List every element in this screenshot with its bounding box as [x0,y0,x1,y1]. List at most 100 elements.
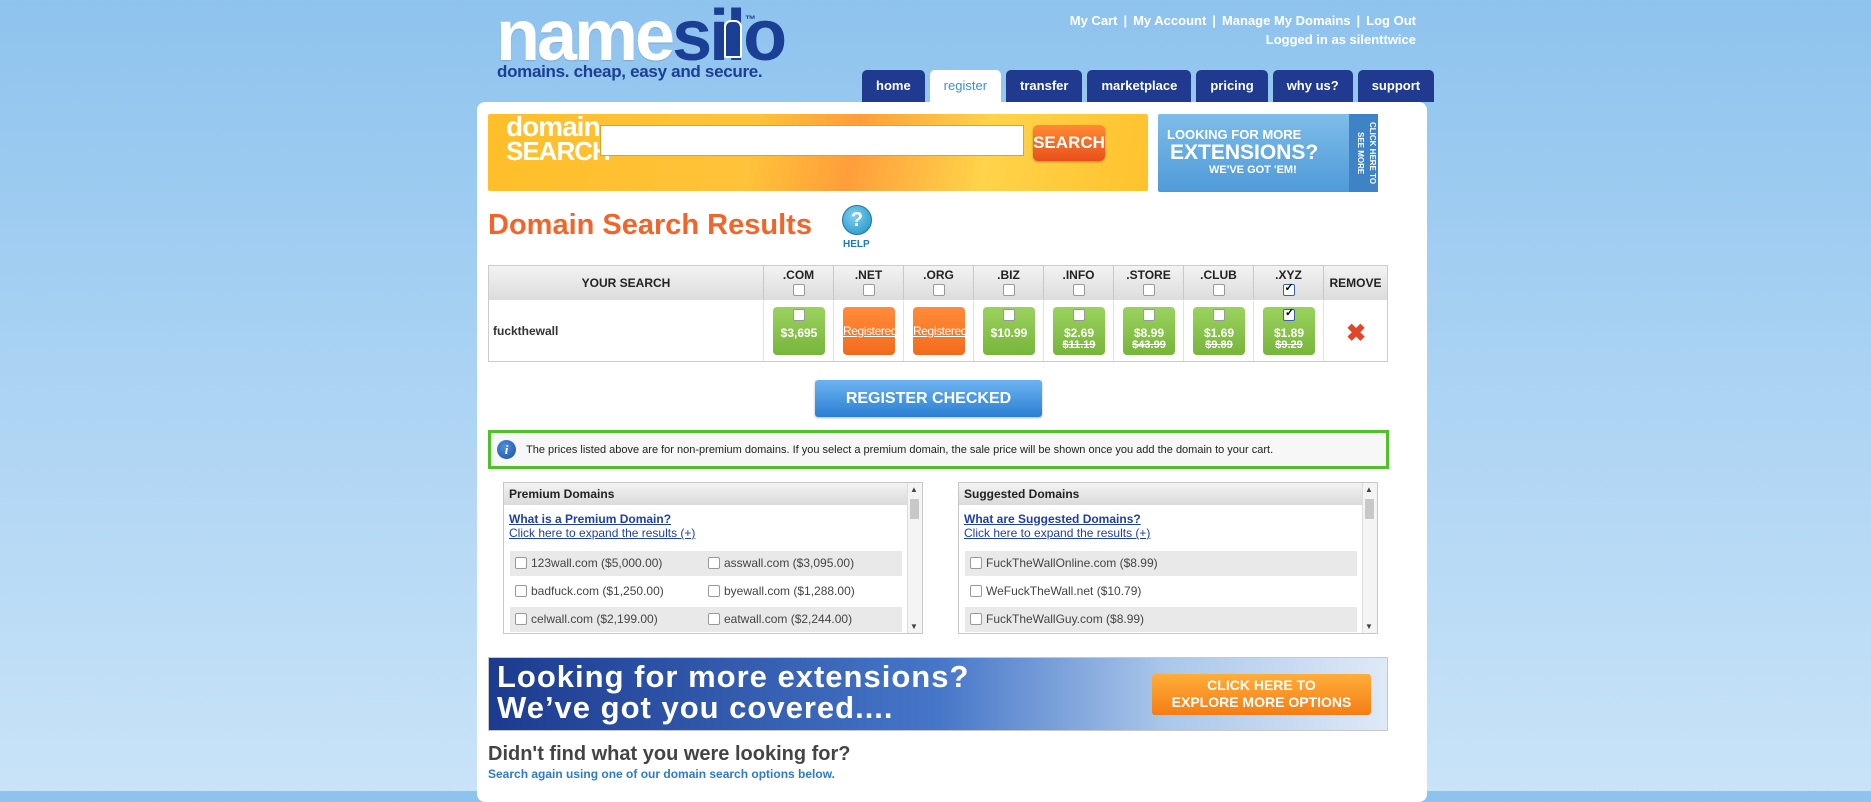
price-box[interactable]: $10.99 [983,307,1035,355]
domain-label: WeFuckTheWall.net ($10.79) [986,584,1142,598]
domain-checkbox[interactable] [1073,309,1085,321]
price: $10.99 [990,326,1028,340]
tld-label: .ORG [923,268,954,282]
domain-option[interactable]: eatwall.com ($2,244.00) [708,607,852,632]
domain-label: celwall.com ($2,199.00) [531,612,658,626]
search-button[interactable]: SEARCH [1033,125,1105,161]
domain-checkbox-checked[interactable] [1283,306,1295,321]
registered-box[interactable]: Registered [843,307,897,355]
domain-checkbox[interactable] [708,584,720,597]
domain-label: FuckTheWallOnline.com ($8.99) [986,556,1158,570]
scroll-thumb[interactable] [1365,499,1374,519]
price-box[interactable]: $1.69 $9.89 [1193,307,1245,355]
tab-support[interactable]: support [1357,70,1435,102]
domain-checkbox[interactable] [708,556,720,569]
help-icon[interactable]: ? [842,205,872,235]
registered-link[interactable]: Registered [843,324,897,338]
domain-checkbox[interactable] [1003,309,1015,321]
domain-checkbox[interactable] [970,584,982,597]
extensions-ad-line1: LOOKING FOR MORE [1167,127,1302,142]
premium-scrollbar[interactable]: ▲ ▼ [907,483,922,633]
domain-checkbox[interactable] [970,556,982,569]
tab-marketplace[interactable]: marketplace [1087,70,1192,102]
header-checkbox[interactable] [932,284,945,296]
tld-label: .CLUB [1200,268,1237,282]
domain-label: FuckTheWallGuy.com ($8.99) [986,612,1145,626]
domain-option[interactable]: WeFuckTheWall.net ($10.79) [970,579,1141,604]
tab-home[interactable]: home [862,70,925,102]
manage-domains-link[interactable]: Manage My Domains [1222,13,1351,28]
tab-pricing[interactable]: pricing [1196,70,1268,102]
help-label[interactable]: HELP [843,239,870,250]
domain-checkbox[interactable] [515,612,527,625]
domain-option[interactable]: badfuck.com ($1,250.00) [515,579,664,604]
price-box[interactable]: $8.99 $43.99 [1123,307,1175,355]
domain-label: asswall.com ($3,095.00) [724,556,855,570]
suggested-scrollbar[interactable]: ▲ ▼ [1362,483,1377,633]
explore-more-options-button[interactable]: CLICK HERE TO EXPLORE MORE OPTIONS [1152,674,1371,715]
extensions-ad-line3: WE'VE GOT 'EM! [1209,164,1297,176]
domain-label: badfuck.com ($1,250.00) [531,584,664,598]
domain-search-input[interactable] [600,125,1024,156]
price: $1.89 [1273,326,1305,340]
list-item: FuckTheWallGuy.com ($8.99) [965,607,1357,632]
domain-option[interactable]: FuckTheWallGuy.com ($8.99) [970,607,1144,632]
remove-icon[interactable]: ✖ [1346,319,1366,348]
scroll-thumb[interactable] [910,499,919,519]
premium-expand-link[interactable]: Click here to expand the results (+) [509,526,695,540]
my-account-link[interactable]: My Account [1133,13,1206,28]
header-checkbox[interactable] [862,284,875,296]
list-item: badfuck.com ($1,250.00) byewall.com ($1,… [510,579,902,604]
tld-header-org: .ORG [904,266,974,300]
header-checkbox[interactable] [1212,284,1225,296]
domain-option[interactable]: 123wall.com ($5,000.00) [515,551,662,576]
scroll-down-arrow-icon[interactable]: ▼ [910,622,918,631]
what-are-suggested-link[interactable]: What are Suggested Domains? [964,512,1141,526]
banner-line2: We’ve got you covered.... [497,690,894,725]
tagline: domains. cheap, easy and secure. [497,62,763,81]
domain-checkbox[interactable] [970,612,982,625]
registered-box[interactable]: Registered [913,307,967,355]
header-checkbox[interactable] [1002,284,1015,296]
result-cell-club: $1.69 $9.89 [1184,301,1254,361]
registered-link[interactable]: Registered [913,324,967,338]
header-checkbox[interactable] [1072,284,1085,296]
price-box[interactable]: $2.69 $11.19 [1053,307,1105,355]
extensions-ad-side-label[interactable]: CLICK HERE TO SEE MORE [1349,114,1378,192]
domain-checkbox[interactable] [708,612,720,625]
tld-header-net: .NET [834,266,904,300]
list-item: FuckTheWallOnline.com ($8.99) [965,551,1357,576]
tld-header-biz: .BIZ [974,266,1044,300]
tab-register[interactable]: register [929,70,1002,102]
scroll-up-arrow-icon[interactable]: ▲ [910,485,918,494]
results-table: YOUR SEARCH .COM .NET .ORG .BIZ .INFO .S… [488,265,1388,362]
premium-domains-box: Premium Domains What is a Premium Domain… [503,482,923,634]
domain-option[interactable]: FuckTheWallOnline.com ($8.99) [970,551,1158,576]
domain-checkbox[interactable] [515,584,527,597]
domain-option[interactable]: celwall.com ($2,199.00) [515,607,658,632]
scroll-up-arrow-icon[interactable]: ▲ [1365,485,1373,494]
price-box[interactable]: $3,695 [773,307,825,355]
domain-checkbox[interactable] [1213,309,1225,321]
tab-transfer[interactable]: transfer [1006,70,1083,102]
log-out-link[interactable]: Log Out [1366,13,1416,28]
price: $1.69 [1203,326,1235,340]
domain-option[interactable]: asswall.com ($3,095.00) [708,551,854,576]
my-cart-link[interactable]: My Cart [1070,13,1118,28]
what-is-premium-link[interactable]: What is a Premium Domain? [509,512,671,526]
your-search-header: YOUR SEARCH [489,266,764,300]
price-box[interactable]: $1.89$9.29 [1263,306,1315,355]
register-checked-domains-button[interactable]: REGISTER CHECKED DOMAINS [815,380,1042,444]
header-checkbox[interactable] [1142,284,1155,296]
extensions-ad-line2: EXTENSIONS? [1170,141,1319,164]
scroll-down-arrow-icon[interactable]: ▼ [1365,622,1373,631]
domain-checkbox[interactable] [515,556,527,569]
tab-why-us[interactable]: why us? [1272,70,1353,102]
domain-checkbox[interactable] [793,309,805,321]
domain-checkbox[interactable] [1143,309,1155,321]
suggested-expand-link[interactable]: Click here to expand the results (+) [964,526,1150,540]
header-checkbox-checked[interactable] [1282,281,1295,296]
domain-option[interactable]: byewall.com ($1,288.00) [708,579,855,604]
tld-header-store: .STORE [1114,266,1184,300]
header-checkbox[interactable] [792,284,805,296]
